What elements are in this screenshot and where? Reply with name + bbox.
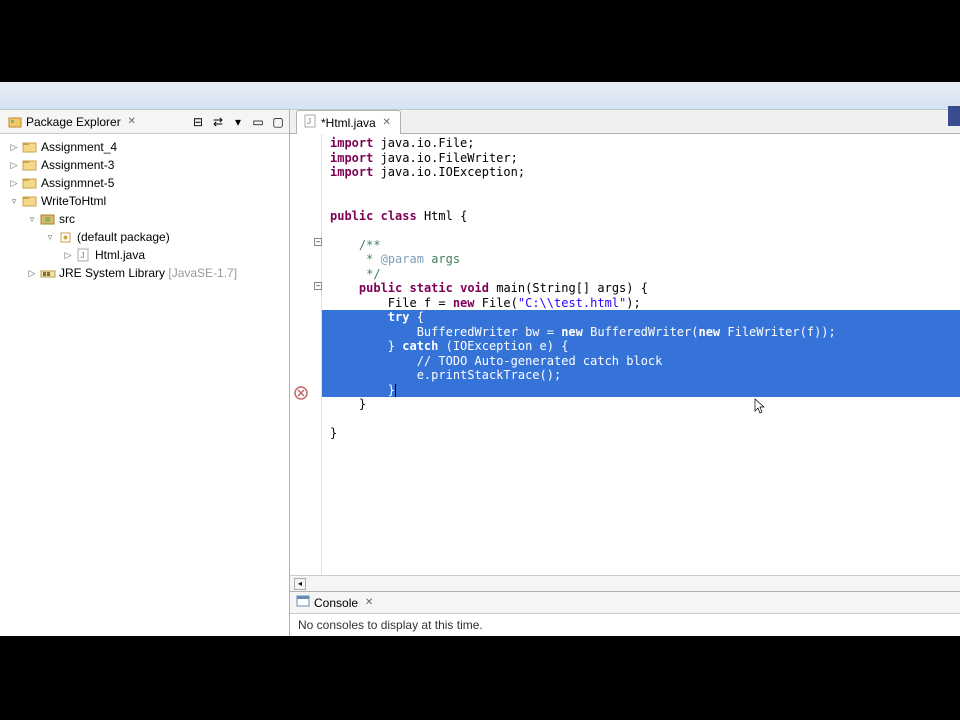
error-marker-icon[interactable] [294, 386, 308, 400]
code-line[interactable]: } [322, 383, 960, 398]
tree-label: Assignmnet-5 [41, 176, 114, 190]
expander-icon[interactable]: ▿ [26, 213, 38, 225]
main-toolbar [0, 82, 960, 110]
expander-icon[interactable]: ▿ [44, 231, 56, 243]
expander-icon[interactable]: ▷ [8, 177, 20, 189]
tree-node[interactable]: ▷ Assignment_4 [0, 138, 289, 156]
fold-toggle-icon[interactable]: − [314, 238, 322, 246]
expander-icon[interactable]: ▷ [62, 249, 74, 261]
tree-label: JRE System Library [JavaSE-1.7] [59, 266, 237, 280]
project-icon [22, 176, 38, 190]
scroll-left-icon[interactable]: ◂ [294, 578, 306, 590]
tree-node[interactable]: ▷ JRE System Library [JavaSE-1.7] [0, 264, 289, 282]
expander-icon[interactable]: ▿ [8, 195, 20, 207]
code-line[interactable]: public class Html { [322, 209, 960, 224]
code-line[interactable]: try { [322, 310, 960, 325]
code-line[interactable]: } [322, 426, 960, 441]
src-icon [40, 212, 56, 226]
close-icon[interactable]: ✕ [380, 116, 394, 130]
code-line[interactable]: * @param args [322, 252, 960, 267]
fold-toggle-icon[interactable]: − [314, 282, 322, 290]
expander-icon[interactable]: ▷ [8, 141, 20, 153]
package-explorer-title: Package Explorer [26, 115, 121, 129]
code-line[interactable] [322, 412, 960, 427]
java-icon: J [76, 248, 92, 262]
maximize-icon[interactable]: ▢ [271, 115, 285, 129]
svg-text:J: J [307, 117, 311, 126]
code-line[interactable]: } [322, 397, 960, 412]
jre-icon [40, 266, 56, 280]
code-line[interactable]: File f = new File("C:\\test.html"); [322, 296, 960, 311]
tree-label: WriteToHtml [41, 194, 106, 208]
link-editor-icon[interactable]: ⇄ [211, 115, 225, 129]
editor-tab-label: *Html.java [321, 116, 376, 130]
tree-label: (default package) [77, 230, 170, 244]
code-line[interactable] [322, 194, 960, 209]
code-line[interactable]: // TODO Auto-generated catch block [322, 354, 960, 369]
console-header: Console ✕ [290, 592, 960, 614]
tree-node[interactable]: ▷ Assignmnet-5 [0, 174, 289, 192]
tree-node[interactable]: ▷ Assignment-3 [0, 156, 289, 174]
code-line[interactable]: */ [322, 267, 960, 282]
collapse-all-icon[interactable]: ⊟ [191, 115, 205, 129]
view-menu-icon[interactable]: ▾ [231, 115, 245, 129]
editor-gutter: − − [290, 134, 322, 575]
console-title: Console [314, 596, 358, 610]
tree-node[interactable]: ▿ WriteToHtml [0, 192, 289, 210]
expander-icon[interactable]: ▷ [26, 267, 38, 279]
tree-label: src [59, 212, 75, 226]
tree-label: Html.java [95, 248, 145, 262]
console-icon [296, 594, 310, 611]
editor-tab-html-java[interactable]: J *Html.java ✕ [296, 110, 401, 134]
project-icon [22, 158, 38, 172]
package-explorer-header: Package Explorer ✕ ⊟ ⇄ ▾ ▭ ▢ [0, 110, 289, 134]
code-line[interactable] [322, 180, 960, 195]
editor-tabs: J *Html.java ✕ [290, 110, 960, 134]
tree-node[interactable]: ▷ J Html.java [0, 246, 289, 264]
code-line[interactable]: public static void main(String[] args) { [322, 281, 960, 296]
project-icon [22, 140, 38, 154]
console-message: No consoles to display at this time. [290, 614, 960, 636]
java-file-icon: J [303, 114, 317, 131]
code-line[interactable]: import java.io.File; [322, 136, 960, 151]
code-line[interactable]: /** [322, 238, 960, 253]
package-icon [58, 230, 74, 244]
code-line[interactable]: e.printStackTrace(); [322, 368, 960, 383]
code-editor[interactable]: − − import java.io.File;import java.io.F… [290, 134, 960, 575]
code-line[interactable]: import java.io.FileWriter; [322, 151, 960, 166]
tree-label: Assignment_4 [41, 140, 117, 154]
minimize-icon[interactable]: ▭ [251, 115, 265, 129]
code-line[interactable]: } catch (IOException e) { [322, 339, 960, 354]
tree-node[interactable]: ▿ src [0, 210, 289, 228]
code-line[interactable]: import java.io.IOException; [322, 165, 960, 180]
expander-icon[interactable]: ▷ [8, 159, 20, 171]
package-explorer-icon [8, 115, 22, 129]
horizontal-scrollbar[interactable]: ◂ [290, 575, 960, 591]
tree-label: Assignment-3 [41, 158, 114, 172]
overview-ruler-mark [948, 106, 960, 126]
project-icon [22, 194, 38, 208]
code-line[interactable] [322, 223, 960, 238]
code-line[interactable]: BufferedWriter bw = new BufferedWriter(n… [322, 325, 960, 340]
close-icon[interactable]: ✕ [362, 596, 376, 610]
tree-node[interactable]: ▿ (default package) [0, 228, 289, 246]
project-tree[interactable]: ▷ Assignment_4 ▷ Assignment-3 ▷ Assignmnet-5 ▿… [0, 134, 289, 286]
close-icon[interactable]: ✕ [125, 115, 139, 129]
svg-text:J: J [81, 251, 85, 260]
